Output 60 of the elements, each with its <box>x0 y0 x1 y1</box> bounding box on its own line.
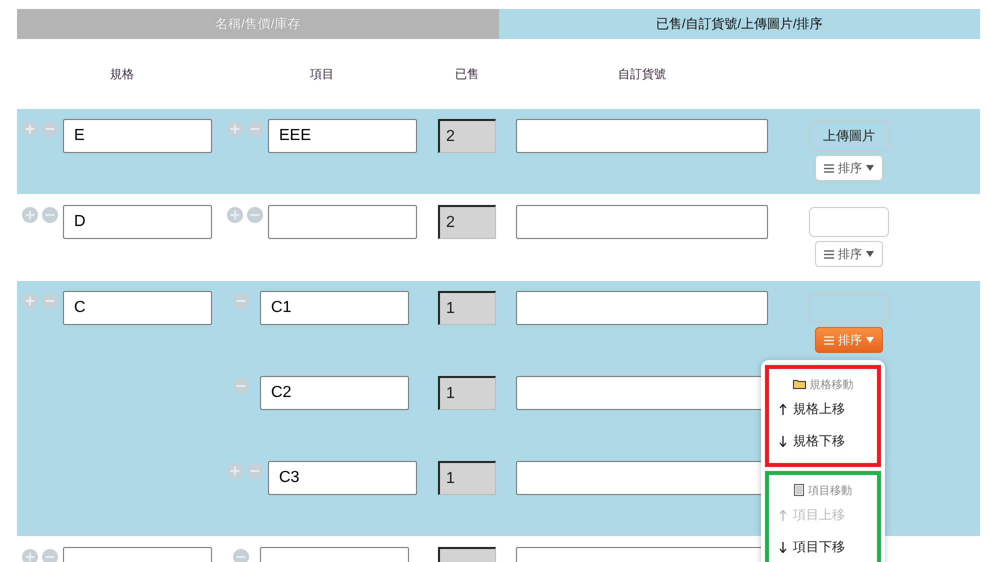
item-input[interactable]: C2 <box>260 376 409 410</box>
column-header: 自訂貨號 <box>617 66 667 82</box>
minus-icon[interactable] <box>42 549 58 562</box>
upload-image-button[interactable] <box>809 207 889 237</box>
sort-button[interactable]: 排序 <box>815 155 883 181</box>
menu-group-title: 項目移動 <box>808 484 852 498</box>
menu-item[interactable]: 規格下移 <box>769 425 877 457</box>
column-header: 項目 <box>309 66 335 82</box>
spec-input[interactable]: E <box>63 119 212 153</box>
item-input[interactable]: C1 <box>260 291 409 325</box>
plus-icon[interactable] <box>227 207 243 223</box>
minus-icon[interactable] <box>247 463 263 479</box>
menu-group-title: 規格移動 <box>810 378 854 392</box>
menu-item[interactable]: 項目下移 <box>769 531 877 562</box>
down-arrow-icon <box>779 436 787 446</box>
up-arrow-icon <box>779 404 787 414</box>
minus-icon[interactable] <box>42 293 58 309</box>
up-arrow-icon <box>779 510 787 520</box>
sort-button[interactable]: 排序 <box>815 241 883 267</box>
menu-item[interactable]: 規格上移 <box>769 393 877 425</box>
minus-icon[interactable] <box>233 293 249 309</box>
column-header: 已售 <box>454 66 480 82</box>
minus-icon[interactable] <box>42 207 58 223</box>
upload-image-button[interactable]: 上傳圖片 <box>809 121 889 151</box>
plus-icon[interactable] <box>22 207 38 223</box>
menu-icon <box>824 336 834 344</box>
item-number-input[interactable] <box>516 119 768 153</box>
column-header: 規格 <box>109 66 135 82</box>
menu-icon <box>824 250 834 258</box>
item-number-input[interactable] <box>516 205 768 239</box>
caret-icon <box>866 251 874 257</box>
item-input[interactable]: C3 <box>268 461 417 495</box>
minus-icon[interactable] <box>247 207 263 223</box>
document-icon <box>794 484 804 496</box>
sold-field[interactable]: 1 <box>438 376 496 410</box>
sold-field[interactable]: 1 <box>438 461 496 495</box>
caret-icon <box>866 337 874 343</box>
plus-icon[interactable] <box>22 549 38 562</box>
plus-icon[interactable] <box>22 293 38 309</box>
sold-field[interactable]: 1 <box>438 291 496 325</box>
item-input[interactable]: EEE <box>268 119 417 153</box>
item-input[interactable] <box>268 205 417 239</box>
menu-icon <box>824 164 834 172</box>
upload-image-button[interactable] <box>809 293 889 323</box>
spec-input[interactable]: D <box>63 205 212 239</box>
plus-icon[interactable] <box>22 121 38 137</box>
folder-icon <box>792 379 806 389</box>
caret-icon <box>866 165 874 171</box>
down-arrow-icon <box>779 542 787 552</box>
plus-icon[interactable] <box>227 463 243 479</box>
sold-field[interactable]: 2 <box>438 205 496 239</box>
minus-icon[interactable] <box>233 549 249 562</box>
plus-icon[interactable] <box>227 121 243 137</box>
minus-icon[interactable] <box>247 121 263 137</box>
minus-icon[interactable] <box>233 378 249 394</box>
tab[interactable]: 已售/自訂貨號/上傳圖片/排序 <box>498 9 980 39</box>
minus-icon[interactable] <box>42 121 58 137</box>
sold-field[interactable]: 2 <box>438 119 496 153</box>
spec-input[interactable]: C <box>63 291 212 325</box>
item-number-input[interactable] <box>516 291 768 325</box>
